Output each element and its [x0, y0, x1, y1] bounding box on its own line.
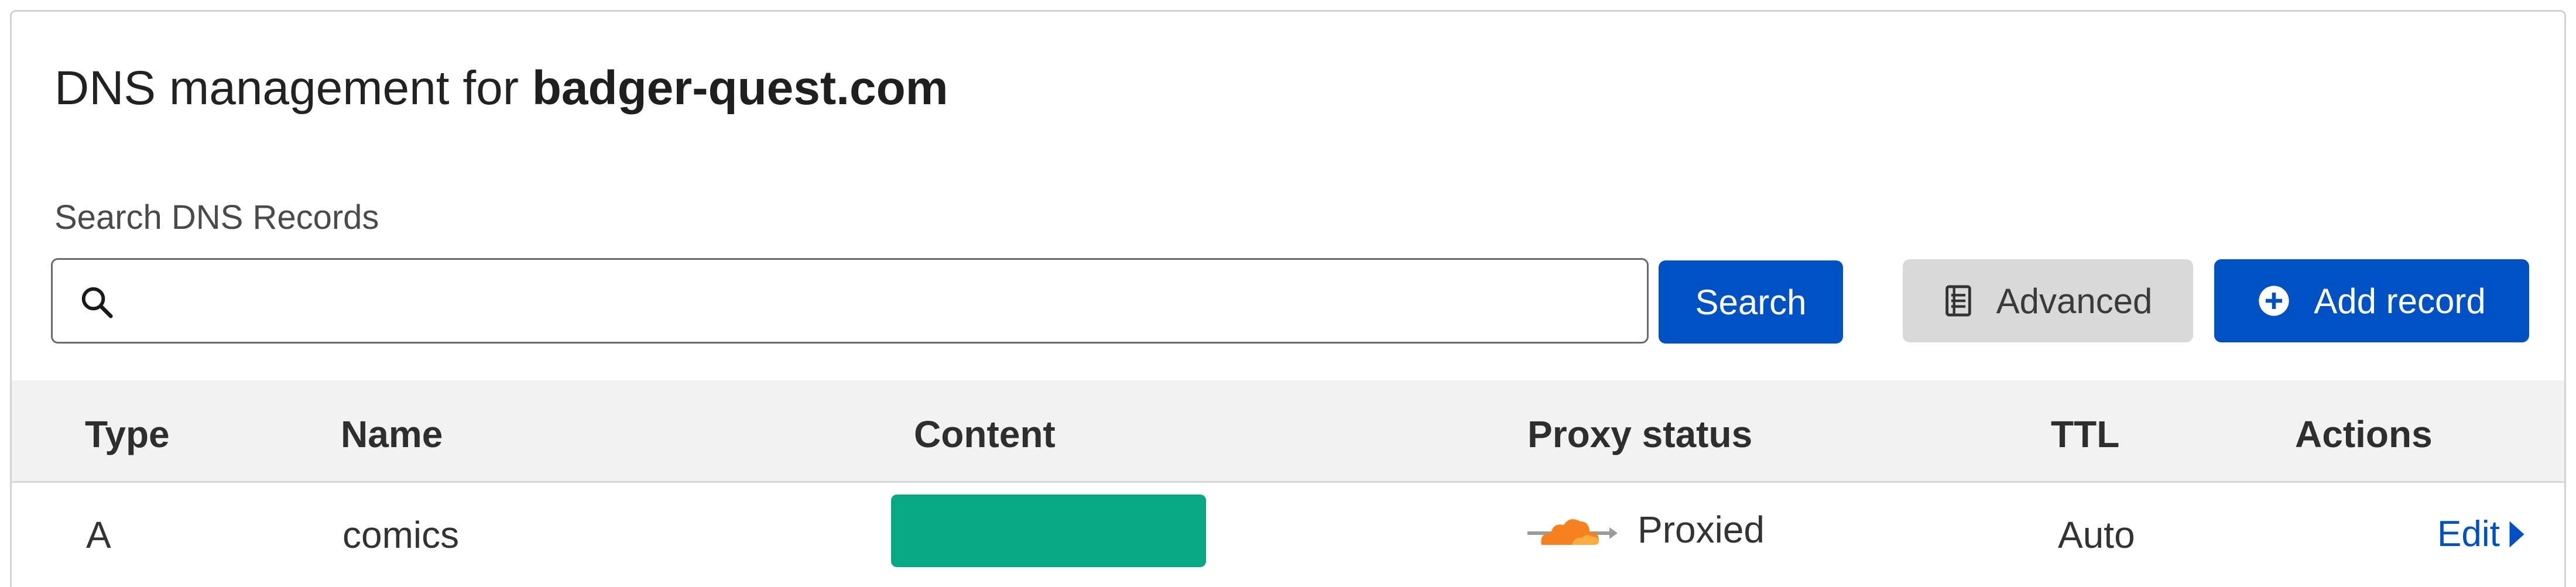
caret-right-icon	[2509, 521, 2524, 547]
search-button[interactable]: Search	[1659, 260, 1843, 344]
add-record-button[interactable]: Add record	[2214, 259, 2529, 342]
record-ttl: Auto	[2058, 514, 2135, 556]
add-record-label: Add record	[2314, 281, 2486, 321]
cloud-icon	[1527, 519, 1618, 545]
search-field[interactable]	[51, 258, 1649, 344]
record-content-redacted	[891, 495, 1206, 567]
edit-link[interactable]: Edit	[2437, 513, 2526, 555]
column-header-name[interactable]: Name	[341, 413, 443, 456]
advanced-button[interactable]: Advanced	[1903, 259, 2193, 342]
search-input[interactable]	[135, 272, 1624, 331]
document-icon	[1944, 284, 1973, 318]
column-header-type[interactable]: Type	[85, 413, 170, 456]
edit-label: Edit	[2437, 514, 2500, 554]
column-header-proxy-status[interactable]: Proxy status	[1527, 413, 1752, 456]
search-label: Search DNS Records	[54, 198, 379, 236]
plus-circle-icon	[2258, 284, 2290, 317]
record-proxy-status: Proxied	[1525, 505, 1765, 554]
proxy-status-label: Proxied	[1638, 509, 1765, 551]
table-row[interactable]: A comics Proxied Auto Edit	[12, 483, 2564, 587]
column-header-ttl[interactable]: TTL	[2051, 413, 2119, 456]
dns-management-panel: DNS management for badger-quest.com Sear…	[10, 10, 2566, 587]
search-icon	[81, 287, 113, 318]
table-header: Type Name Content Proxy status TTL Actio…	[12, 380, 2564, 483]
record-name: comics	[342, 514, 460, 556]
column-header-actions: Actions	[2295, 413, 2433, 455]
title-prefix: DNS management for	[54, 61, 519, 115]
page-title: DNS management for badger-quest.com	[54, 56, 948, 121]
search-button-label: Search	[1695, 282, 1807, 322]
column-header-content[interactable]: Content	[914, 413, 1056, 456]
domain-name: badger-quest.com	[532, 61, 948, 115]
advanced-label: Advanced	[1996, 281, 2153, 321]
record-type: A	[86, 514, 111, 556]
